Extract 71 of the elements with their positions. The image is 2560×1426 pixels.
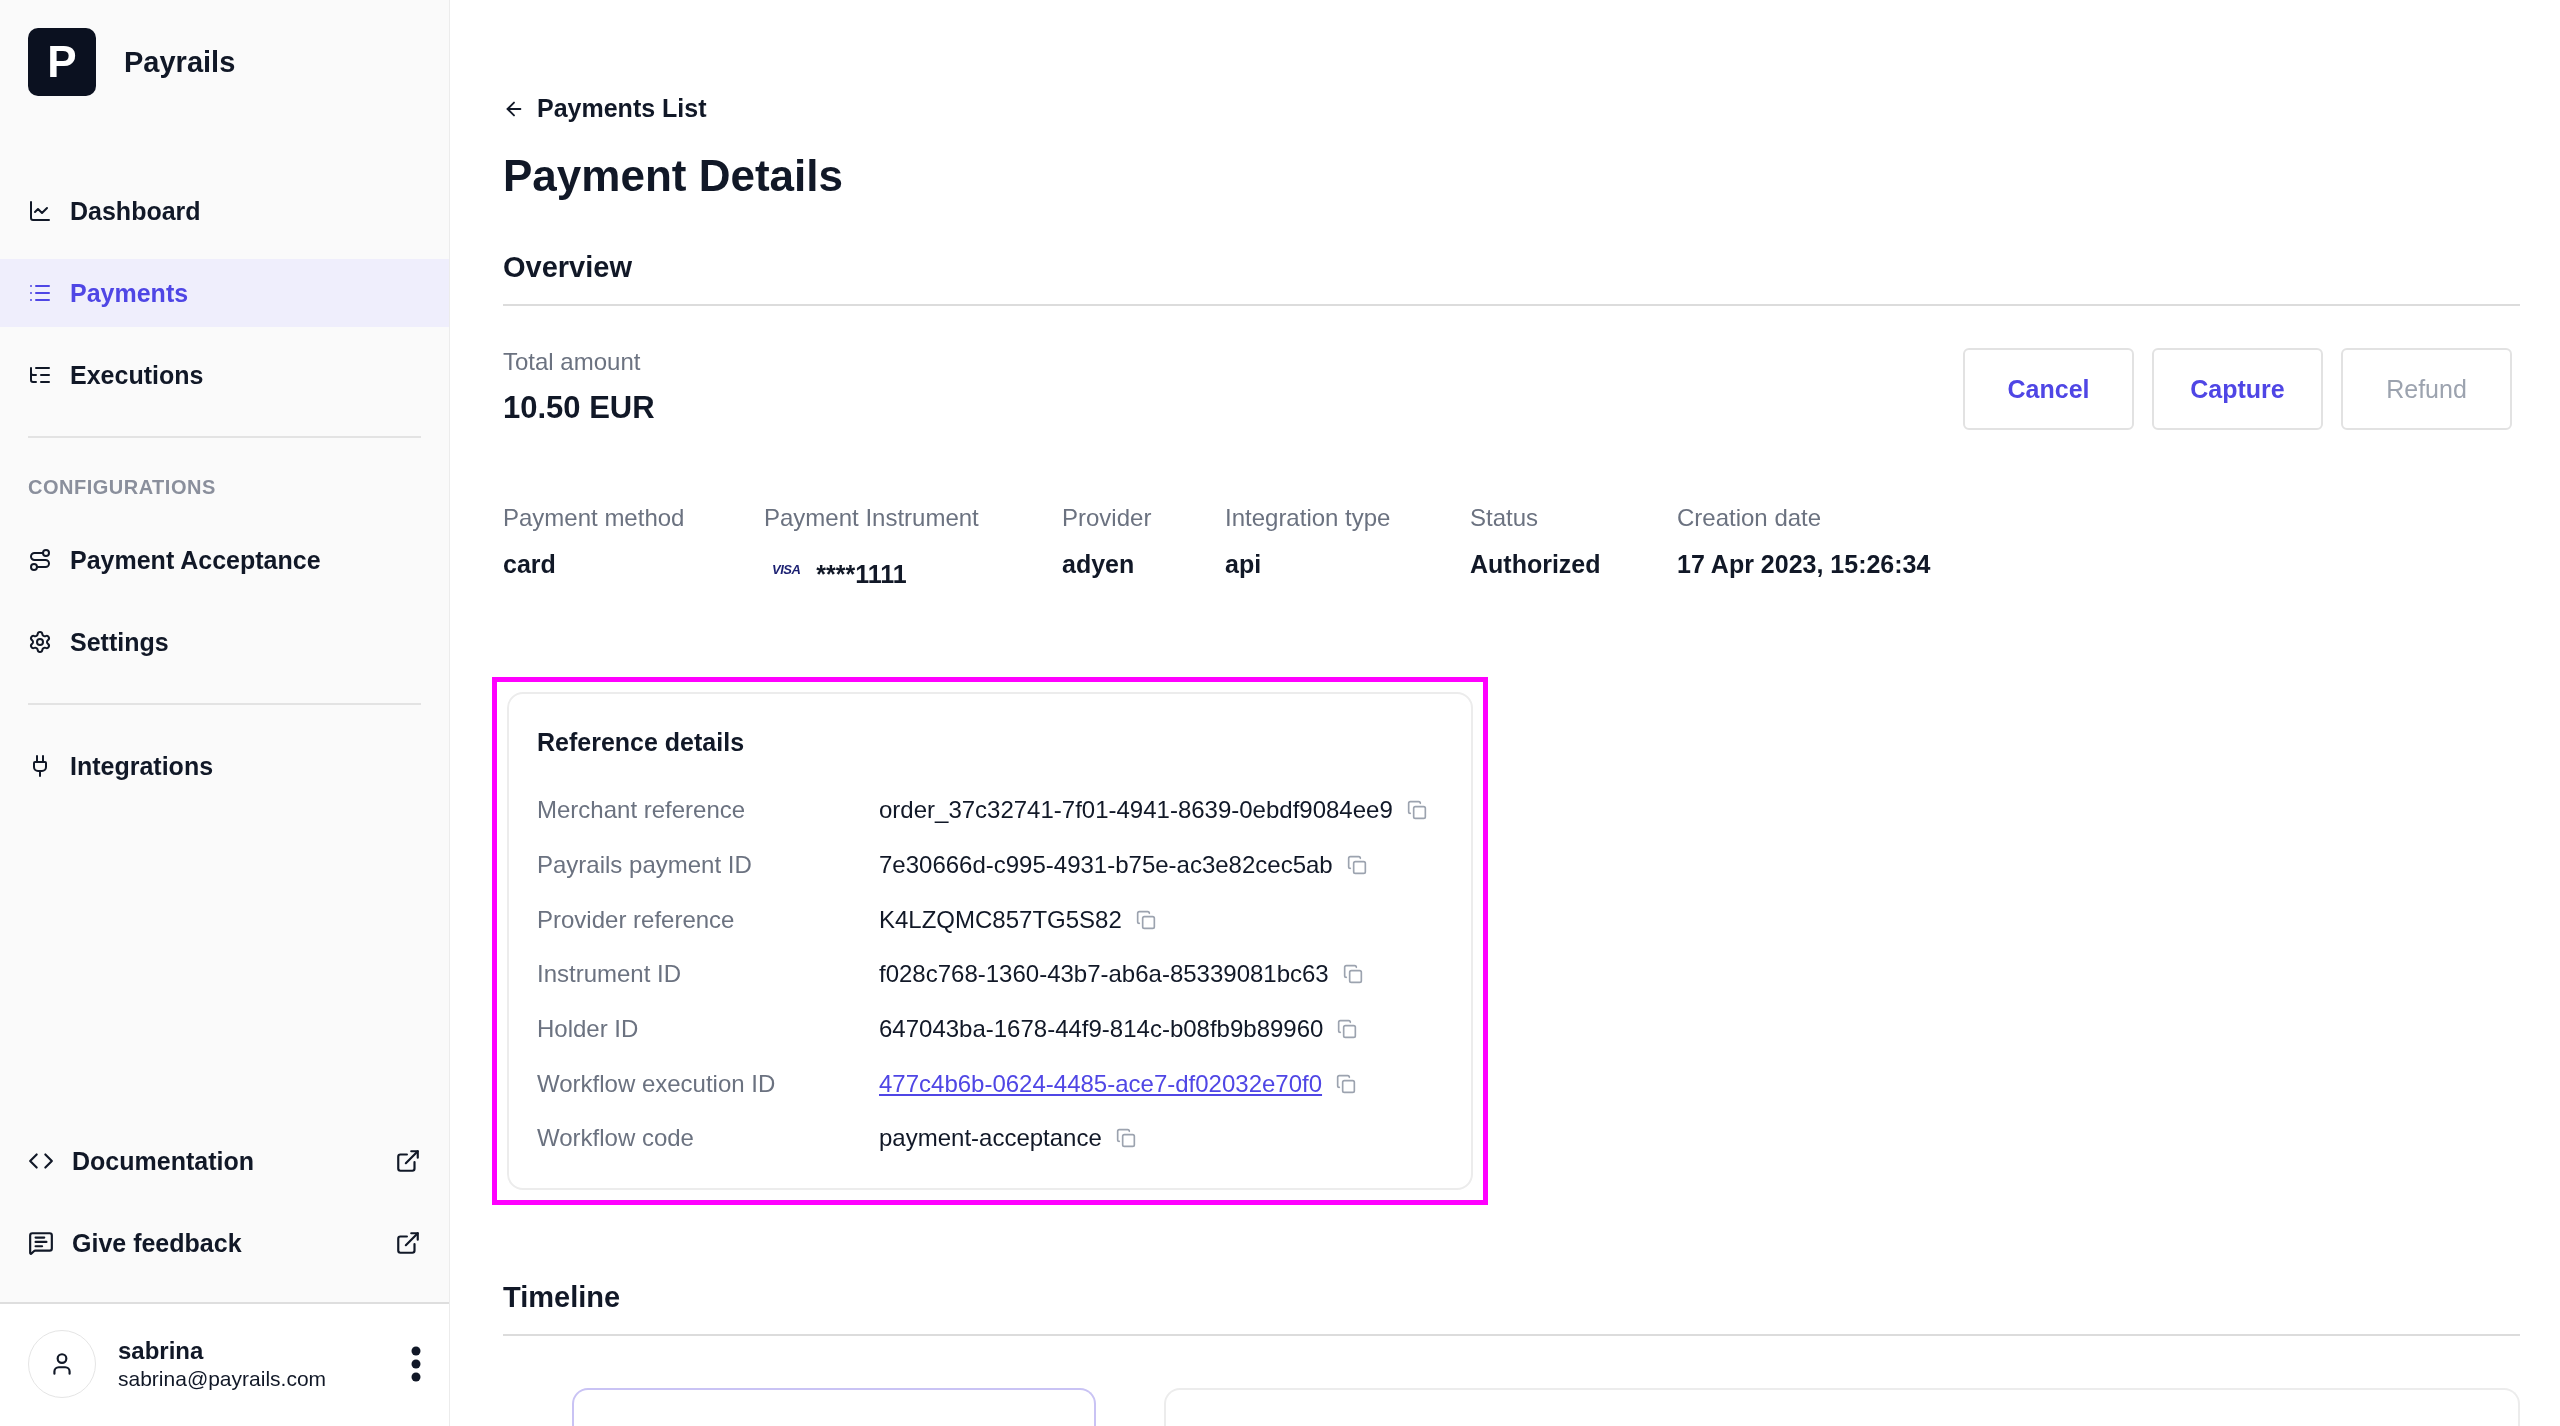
line-chart-icon — [28, 199, 52, 223]
copy-icon — [1406, 800, 1427, 821]
field-value: api — [1225, 550, 1263, 579]
field-label: Creation date — [1677, 504, 1823, 532]
field-label: Integration type — [1225, 504, 1392, 532]
copy-icon — [1337, 1019, 1358, 1040]
field-value: ****1111 — [816, 560, 907, 589]
page-title: Payment Details — [503, 151, 844, 201]
copy-icon — [1135, 909, 1156, 930]
field-value: 17 Apr 2023, 15:26:34 — [1677, 550, 1932, 579]
reference-label: Workflow execution ID — [537, 1069, 777, 1098]
user-name: sabrina — [118, 1337, 205, 1365]
nav-item[interactable]: Integrations — [0, 732, 449, 800]
nav-item[interactable]: Payments — [0, 259, 449, 327]
copy-icon — [1115, 1128, 1136, 1149]
field-value: card — [503, 550, 557, 579]
reference-value: order_37c32741-7f01-4941-8639-0ebdf9084ee9 — [879, 796, 1393, 825]
copy-icon — [1336, 1073, 1357, 1094]
copy-button[interactable] — [1337, 1019, 1358, 1040]
copy-button[interactable] — [1346, 855, 1367, 876]
route-icon — [28, 548, 52, 572]
chat-icon — [28, 1230, 54, 1256]
more-menu-button[interactable] — [411, 1346, 421, 1382]
brand-logo: P — [28, 28, 96, 96]
user-email: sabrina@payrails.com — [118, 1367, 327, 1391]
reference-value: payment-acceptance — [879, 1124, 1102, 1153]
settings-icon — [28, 630, 52, 654]
reference-label: Merchant reference — [537, 796, 747, 825]
more-icon — [411, 1346, 421, 1382]
copy-button[interactable] — [1406, 800, 1427, 821]
section-heading: Timeline — [503, 1280, 2520, 1336]
field-label: Total amount — [503, 348, 642, 376]
external-link-icon — [395, 1230, 421, 1256]
field-value: adyen — [1062, 550, 1136, 579]
copy-button[interactable] — [1115, 1128, 1136, 1149]
reference-value: K4LZQMC857TG5S82 — [879, 905, 1122, 934]
external-link-icon — [395, 1148, 421, 1174]
field-label: Payment Instrument — [764, 504, 980, 532]
sidebar-link[interactable]: Give feedback — [0, 1202, 449, 1284]
field-value: Authorized — [1470, 550, 1602, 579]
reference-label: Instrument ID — [537, 960, 683, 989]
reference-link[interactable]: 477c4b6b-0624-4485-ace7-df02032e70f0 — [879, 1069, 1323, 1098]
action-button[interactable]: Capture — [2152, 348, 2323, 430]
nav-item[interactable]: Dashboard — [0, 177, 449, 245]
field-label: Provider — [1062, 504, 1153, 532]
sidebar-link[interactable]: Documentation — [0, 1120, 449, 1202]
reference-label: Holder ID — [537, 1015, 640, 1044]
card-brand-logo: VISA — [772, 562, 801, 577]
section-heading: Overview — [503, 251, 2520, 306]
reference-value: f028c768-1360-43b7-ab6a-85339081bc63 — [879, 960, 1329, 989]
copy-button[interactable] — [1135, 909, 1156, 930]
back-link[interactable]: Payments List — [503, 94, 707, 123]
brand-name: Payrails — [124, 45, 236, 79]
copy-icon — [1342, 964, 1363, 985]
copy-icon — [1346, 855, 1367, 876]
reference-label: Provider reference — [537, 905, 736, 934]
total-amount: 10.50 EUR — [503, 390, 655, 426]
nav-item[interactable]: Settings — [0, 608, 449, 676]
nav-item[interactable]: Payment Acceptance — [0, 526, 449, 594]
card-title: Reference details — [537, 728, 746, 757]
nav-item[interactable]: Executions — [0, 341, 449, 409]
field-label: Payment method — [503, 504, 686, 532]
action-button[interactable]: Cancel — [1963, 348, 2134, 430]
copy-button[interactable] — [1342, 964, 1363, 985]
copy-button[interactable] — [1336, 1073, 1357, 1094]
section-title: CONFIGURATIONS — [27, 475, 217, 500]
reference-value: 647043ba-1678-44f9-814c-b08fb9b89960 — [879, 1015, 1324, 1044]
reference-label: Payrails payment ID — [537, 851, 753, 880]
field-label: Status — [1470, 504, 1540, 532]
reference-label: Workflow code — [537, 1124, 695, 1153]
reference-value: 7e30666d-c995-4931-b75e-ac3e82cec5ab — [879, 851, 1333, 880]
